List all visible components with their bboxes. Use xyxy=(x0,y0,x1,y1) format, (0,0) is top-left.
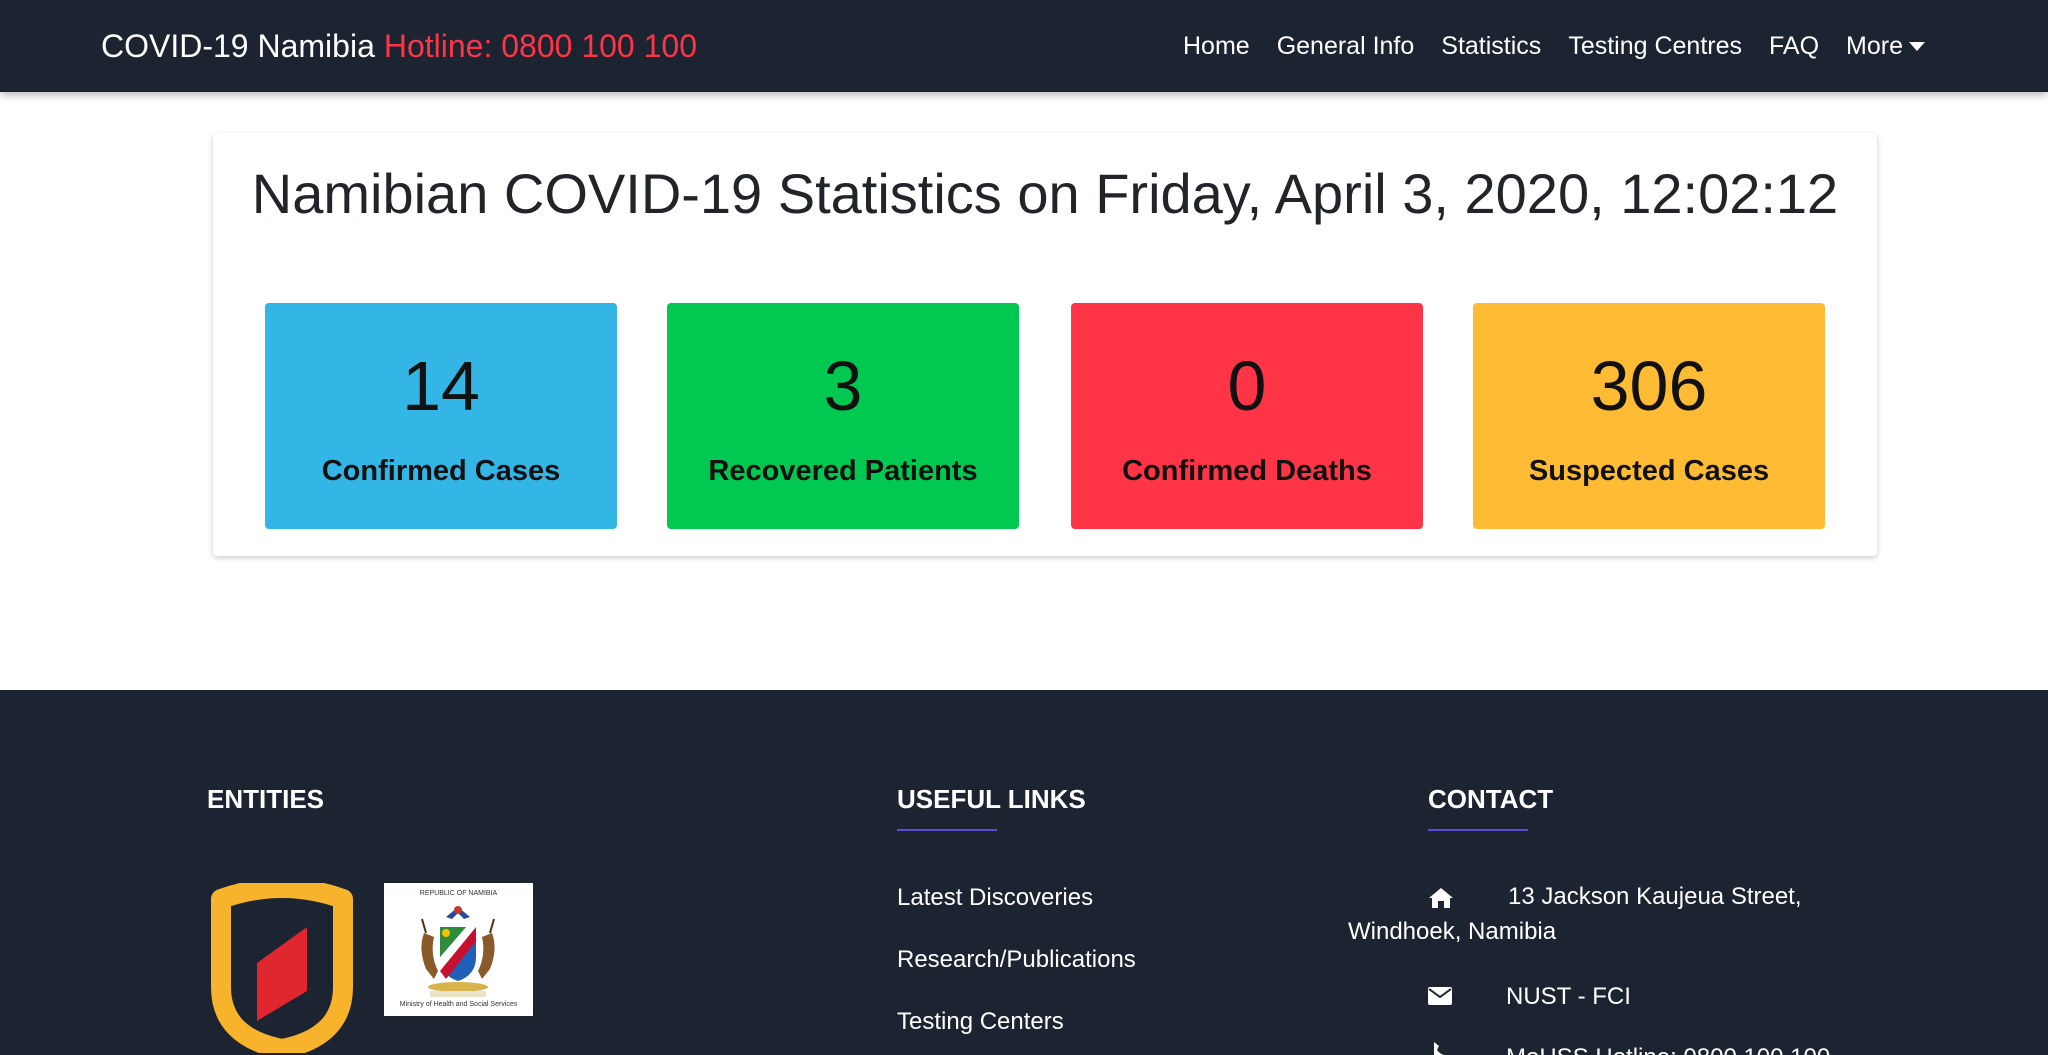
mohss-logo[interactable]: REPUBLIC OF NAMIBIA Ministry of Health a… xyxy=(384,883,533,1016)
caret-down-icon xyxy=(1909,41,1925,51)
contact-phone[interactable]: MoHSS Hotline: 0800 100 100 xyxy=(1506,1040,1830,1055)
nust-logo[interactable] xyxy=(207,883,357,1053)
contact-underline xyxy=(1428,829,1528,831)
footer: ENTITIES REPUBLIC OF NAMIBIA Ministry of… xyxy=(0,690,2048,1055)
useful-links-heading: USEFUL LINKS xyxy=(897,784,1086,814)
stat-recovered-patients: 3 Recovered Patients xyxy=(667,303,1019,529)
statistics-card: Namibian COVID-19 Statistics on Friday, … xyxy=(213,133,1877,556)
contact-email[interactable]: NUST - FCI xyxy=(1506,979,1631,1014)
brand-name: COVID-19 Namibia xyxy=(101,27,375,64)
link-research-publications[interactable]: Research/Publications xyxy=(897,946,1136,974)
entities-heading: ENTITIES xyxy=(207,784,325,814)
stat-value: 0 xyxy=(1227,347,1267,425)
useful-links-underline xyxy=(897,829,997,831)
phone-icon xyxy=(1434,1042,1444,1055)
envelope-icon xyxy=(1428,987,1452,1005)
mohss-logo-bottom-text: Ministry of Health and Social Services xyxy=(399,1001,518,1008)
nav-statistics[interactable]: Statistics xyxy=(1441,32,1541,61)
coat-of-arms-icon xyxy=(421,906,495,997)
contact-address: 13 Jackson Kaujeua Street, Windhoek, Nam… xyxy=(1348,879,1888,949)
stat-label: Suspected Cases xyxy=(1528,455,1770,487)
stat-value: 3 xyxy=(823,347,863,425)
nav-faq[interactable]: FAQ xyxy=(1769,32,1819,61)
nav-testing-centres[interactable]: Testing Centres xyxy=(1568,32,1742,61)
stat-value: 14 xyxy=(402,347,480,425)
nav-general-info[interactable]: General Info xyxy=(1277,32,1415,61)
nav-more-label: More xyxy=(1846,31,1903,60)
stat-label: Recovered Patients xyxy=(708,455,978,487)
navbar: COVID-19 Namibia Hotline: 0800 100 100 H… xyxy=(0,0,2048,92)
stat-suspected-cases: 306 Suspected Cases xyxy=(1473,303,1825,529)
stat-label: Confirmed Cases xyxy=(321,455,561,487)
link-testing-centers[interactable]: Testing Centers xyxy=(897,1008,1064,1036)
stat-confirmed-cases: 14 Confirmed Cases xyxy=(265,303,617,529)
stat-confirmed-deaths: 0 Confirmed Deaths xyxy=(1071,303,1423,529)
address-line-2: Windhoek, Namibia xyxy=(1348,918,1557,945)
stat-value: 306 xyxy=(1590,347,1708,425)
statistics-title: Namibian COVID-19 Statistics on Friday, … xyxy=(251,162,1839,225)
nav-home[interactable]: Home xyxy=(1183,32,1250,61)
contact-heading: CONTACT xyxy=(1428,784,1554,814)
address-line-1: 13 Jackson Kaujeua Street, xyxy=(1508,883,1802,910)
brand[interactable]: COVID-19 Namibia Hotline: 0800 100 100 xyxy=(101,0,697,92)
nav-menu: Home General Info Statistics Testing Cen… xyxy=(1156,0,1925,92)
link-latest-discoveries[interactable]: Latest Discoveries xyxy=(897,884,1093,912)
hotline-number: Hotline: 0800 100 100 xyxy=(383,27,697,64)
stat-label: Confirmed Deaths xyxy=(1122,455,1372,487)
nav-more-dropdown[interactable]: More xyxy=(1846,32,1925,61)
